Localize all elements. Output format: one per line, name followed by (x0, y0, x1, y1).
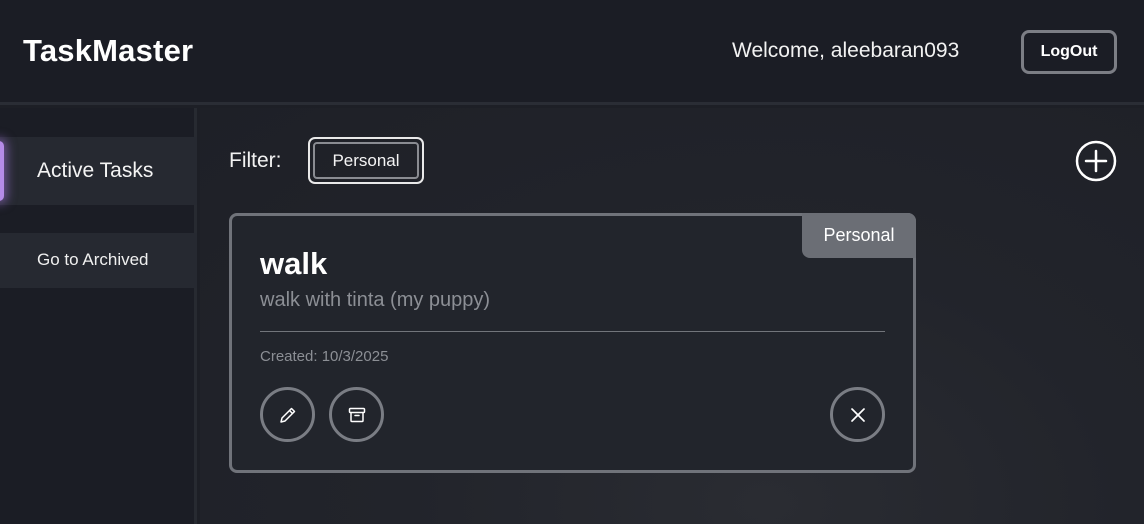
task-card: Personal walk walk with tinta (my puppy)… (229, 213, 916, 473)
created-date: Created: 10/3/2025 (260, 348, 389, 365)
active-indicator (0, 141, 4, 201)
sidebar-item-active-tasks[interactable]: Active Tasks (0, 137, 197, 205)
filter-select[interactable]: Personal (308, 137, 424, 184)
pencil-icon (279, 407, 295, 423)
logout-button[interactable]: LogOut (1021, 30, 1117, 74)
archive-button[interactable] (329, 387, 384, 442)
sidebar: Active Tasks Go to Archived (0, 108, 197, 524)
filter-label: Filter: (229, 149, 282, 172)
delete-button[interactable] (830, 387, 885, 442)
main-content: Filter: Personal Personal walk walk with… (200, 108, 1144, 524)
add-task-button[interactable] (1075, 140, 1117, 182)
archive-icon (348, 407, 365, 422)
welcome-message: Welcome, aleebaran093 (732, 39, 960, 62)
app-title: TaskMaster (23, 33, 194, 68)
divider (260, 331, 885, 332)
category-badge: Personal (802, 213, 916, 258)
task-title: walk (260, 246, 328, 281)
task-description: walk with tinta (my puppy) (260, 289, 491, 311)
close-icon (850, 407, 865, 422)
app-header: TaskMaster Welcome, aleebaran093 LogOut (0, 0, 1144, 105)
filter-selected-value: Personal (313, 142, 419, 179)
edit-button[interactable] (260, 387, 315, 442)
sidebar-item-archived[interactable]: Go to Archived (0, 233, 197, 288)
sidebar-item-label: Active Tasks (37, 159, 154, 182)
sidebar-item-label: Go to Archived (37, 250, 149, 269)
plus-circle-icon (1075, 140, 1117, 182)
